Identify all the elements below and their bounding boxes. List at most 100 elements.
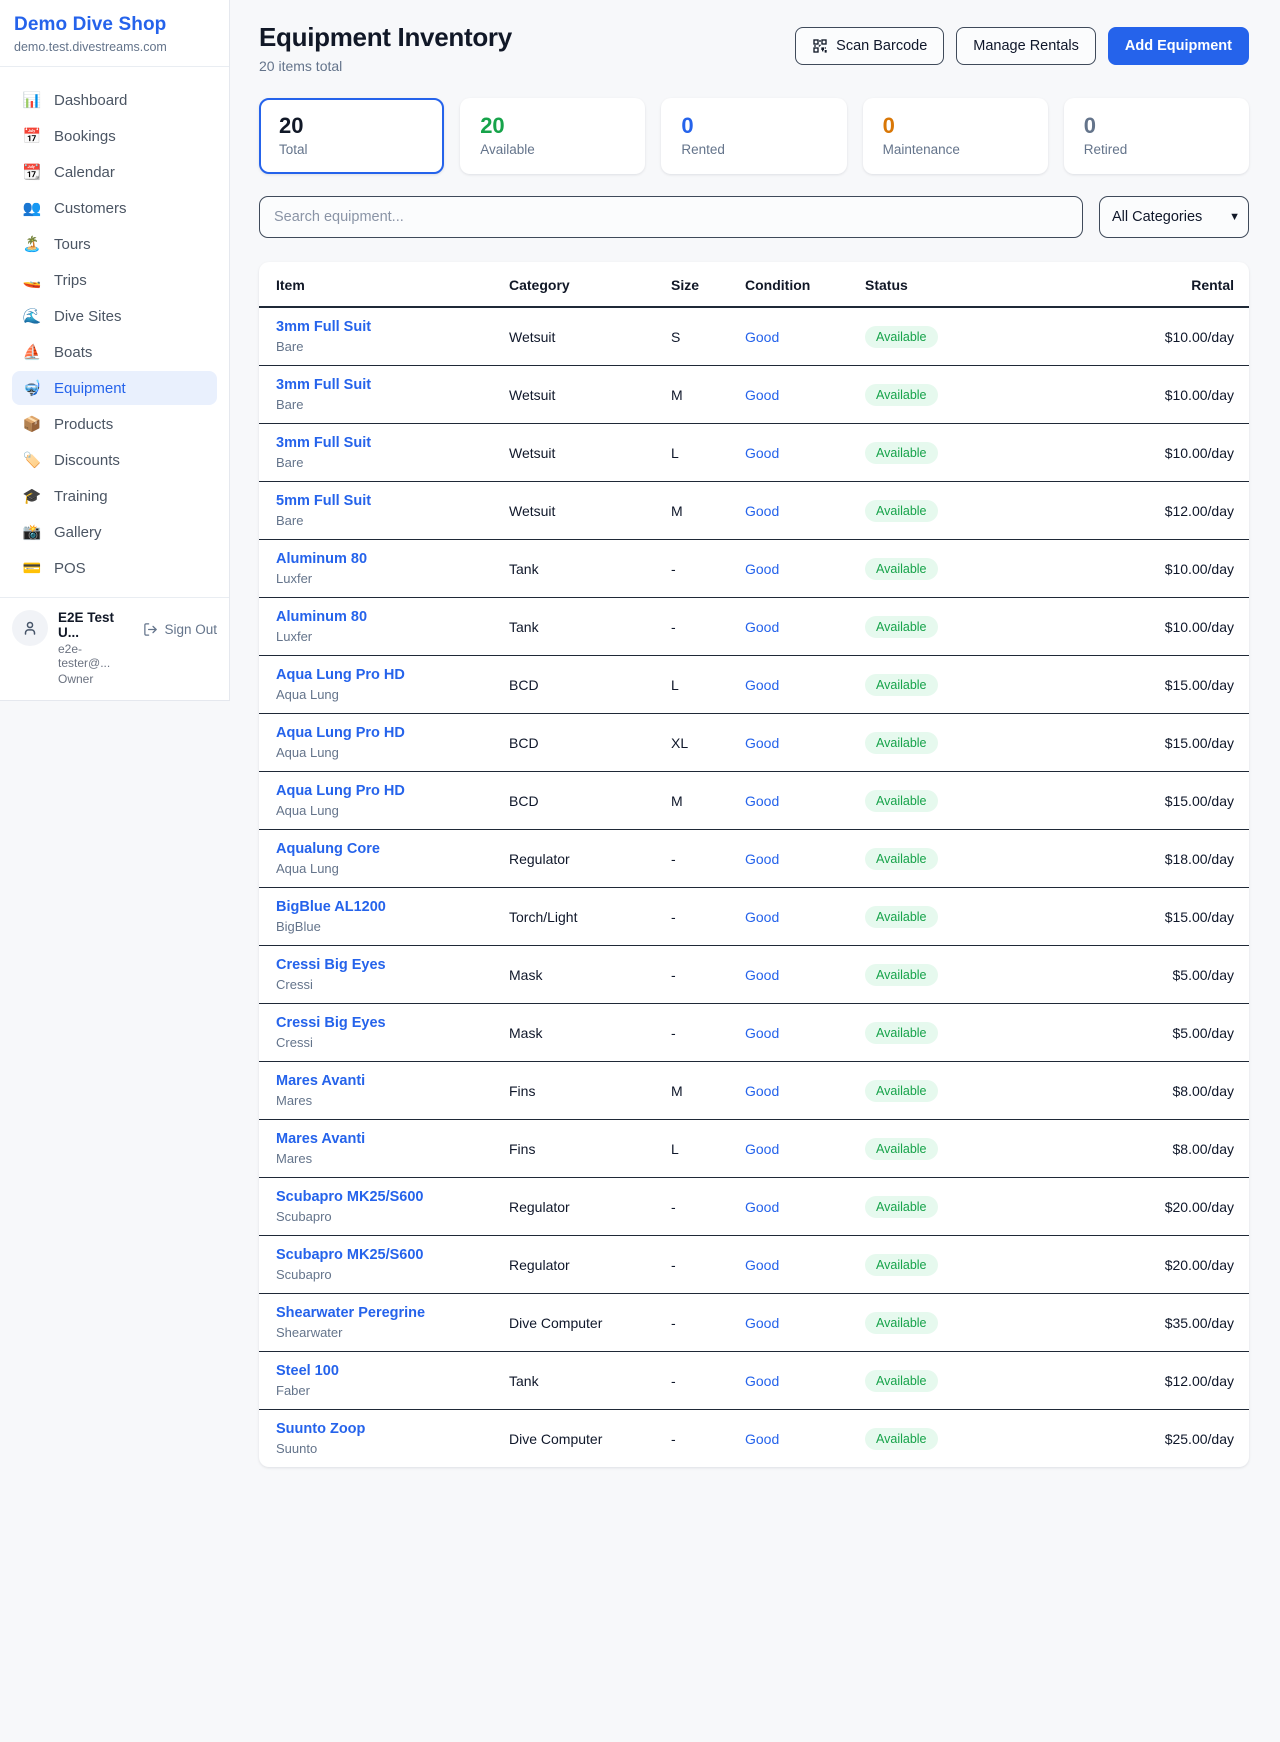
condition-link[interactable]: Good	[745, 329, 779, 345]
category-select[interactable]: All Categories	[1099, 196, 1249, 238]
item-name-link[interactable]: BigBlue AL1200	[276, 899, 509, 915]
stat-label: Rented	[681, 142, 826, 157]
condition-link[interactable]: Good	[745, 851, 779, 867]
sidebar-item[interactable]: 🏷️ Discounts	[12, 443, 217, 477]
size-cell: L	[671, 1130, 745, 1168]
item-name-link[interactable]: 3mm Full Suit	[276, 319, 509, 335]
item-name-link[interactable]: Mares Avanti	[276, 1073, 509, 1089]
condition-cell: Good	[745, 1420, 865, 1458]
item-cell: Aqua Lung Pro HD Aqua Lung	[259, 714, 509, 771]
condition-link[interactable]: Good	[745, 1141, 779, 1157]
status-cell: Available	[865, 431, 1079, 475]
item-name-link[interactable]: Cressi Big Eyes	[276, 1015, 509, 1031]
stat-card[interactable]: 20 Available	[460, 98, 645, 174]
add-equipment-button[interactable]: Add Equipment	[1108, 27, 1249, 65]
condition-link[interactable]: Good	[745, 503, 779, 519]
sidebar-item-icon: 🚤	[22, 271, 42, 289]
stat-card[interactable]: 0 Retired	[1064, 98, 1249, 174]
item-name-link[interactable]: Suunto Zoop	[276, 1421, 509, 1437]
search-input[interactable]	[259, 196, 1083, 238]
items-total-count: 20 items total	[259, 58, 512, 74]
condition-cell: Good	[745, 492, 865, 530]
table-row: Scubapro MK25/S600 Scubapro Regulator - …	[259, 1236, 1249, 1294]
stat-card[interactable]: 0 Maintenance	[863, 98, 1048, 174]
sidebar-item[interactable]: 📊 Dashboard	[12, 83, 217, 117]
item-name-link[interactable]: Aqua Lung Pro HD	[276, 667, 509, 683]
category-cell: Regulator	[509, 1246, 671, 1284]
item-name-link[interactable]: Steel 100	[276, 1363, 509, 1379]
rental-cell: $10.00/day	[1079, 434, 1249, 472]
sidebar-item[interactable]: 🌊 Dive Sites	[12, 299, 217, 333]
manage-rentals-button[interactable]: Manage Rentals	[956, 27, 1096, 65]
condition-link[interactable]: Good	[745, 909, 779, 925]
sidebar-item-icon: 📊	[22, 91, 42, 109]
status-badge: Available	[865, 616, 938, 638]
condition-link[interactable]: Good	[745, 561, 779, 577]
condition-link[interactable]: Good	[745, 1373, 779, 1389]
item-name-link[interactable]: Scubapro MK25/S600	[276, 1189, 509, 1205]
item-name-link[interactable]: 3mm Full Suit	[276, 435, 509, 451]
scan-barcode-button[interactable]: Scan Barcode	[795, 27, 944, 65]
condition-link[interactable]: Good	[745, 677, 779, 693]
condition-link[interactable]: Good	[745, 735, 779, 751]
sidebar-item[interactable]: 🎓 Training	[12, 479, 217, 513]
category-cell: Mask	[509, 1014, 671, 1052]
sidebar-item[interactable]: 📦 Products	[12, 407, 217, 441]
item-name-link[interactable]: Mares Avanti	[276, 1131, 509, 1147]
item-name-link[interactable]: Scubapro MK25/S600	[276, 1247, 509, 1263]
status-badge: Available	[865, 1254, 938, 1276]
status-cell: Available	[865, 779, 1079, 823]
condition-link[interactable]: Good	[745, 1199, 779, 1215]
item-name-link[interactable]: Aqua Lung Pro HD	[276, 783, 509, 799]
sidebar-item[interactable]: 📅 Bookings	[12, 119, 217, 153]
table-row: Aluminum 80 Luxfer Tank - Good Available…	[259, 540, 1249, 598]
sidebar-item[interactable]: 📆 Calendar	[12, 155, 217, 189]
table-row: Aqua Lung Pro HD Aqua Lung BCD XL Good A…	[259, 714, 1249, 772]
item-name-link[interactable]: Aqualung Core	[276, 841, 509, 857]
status-cell: Available	[865, 663, 1079, 707]
sign-out-button[interactable]: Sign Out	[143, 622, 217, 637]
sidebar-item[interactable]: 📸 Gallery	[12, 515, 217, 549]
item-name-link[interactable]: Cressi Big Eyes	[276, 957, 509, 973]
sidebar-item-icon: 🤿	[22, 379, 42, 397]
size-cell: -	[671, 1420, 745, 1458]
sidebar-item[interactable]: 💳 POS	[12, 551, 217, 585]
sidebar-item[interactable]: 🚤 Trips	[12, 263, 217, 297]
sidebar-item-label: Dive Sites	[54, 308, 122, 325]
condition-link[interactable]: Good	[745, 1083, 779, 1099]
rental-cell: $35.00/day	[1079, 1304, 1249, 1342]
brand-block: Demo Dive Shop demo.test.divestreams.com	[0, 0, 229, 67]
sidebar-item-label: Training	[54, 488, 108, 505]
condition-link[interactable]: Good	[745, 1431, 779, 1447]
condition-link[interactable]: Good	[745, 619, 779, 635]
condition-link[interactable]: Good	[745, 445, 779, 461]
status-cell: Available	[865, 1359, 1079, 1403]
item-name-link[interactable]: 5mm Full Suit	[276, 493, 509, 509]
sidebar-item[interactable]: 🤿 Equipment	[12, 371, 217, 405]
rental-cell: $12.00/day	[1079, 492, 1249, 530]
brand-title[interactable]: Demo Dive Shop	[14, 14, 215, 36]
stat-card[interactable]: 20 Total	[259, 98, 444, 174]
sidebar-item[interactable]: 🏝️ Tours	[12, 227, 217, 261]
item-name-link[interactable]: Aluminum 80	[276, 609, 509, 625]
stat-card[interactable]: 0 Rented	[661, 98, 846, 174]
condition-link[interactable]: Good	[745, 1257, 779, 1273]
condition-link[interactable]: Good	[745, 1025, 779, 1041]
condition-cell: Good	[745, 550, 865, 588]
item-name-link[interactable]: Aluminum 80	[276, 551, 509, 567]
item-name-link[interactable]: Aqua Lung Pro HD	[276, 725, 509, 741]
sidebar-item-icon: 👥	[22, 199, 42, 217]
condition-link[interactable]: Good	[745, 967, 779, 983]
sidebar-item[interactable]: 👥 Customers	[12, 191, 217, 225]
condition-link[interactable]: Good	[745, 1315, 779, 1331]
condition-link[interactable]: Good	[745, 387, 779, 403]
item-name-link[interactable]: 3mm Full Suit	[276, 377, 509, 393]
condition-link[interactable]: Good	[745, 793, 779, 809]
status-cell: Available	[865, 489, 1079, 533]
stat-value: 0	[883, 113, 1028, 139]
rental-cell: $10.00/day	[1079, 608, 1249, 646]
page-header-titles: Equipment Inventory 20 items total	[259, 22, 512, 74]
sidebar-item[interactable]: ⛵ Boats	[12, 335, 217, 369]
status-badge: Available	[865, 790, 938, 812]
item-name-link[interactable]: Shearwater Peregrine	[276, 1305, 509, 1321]
